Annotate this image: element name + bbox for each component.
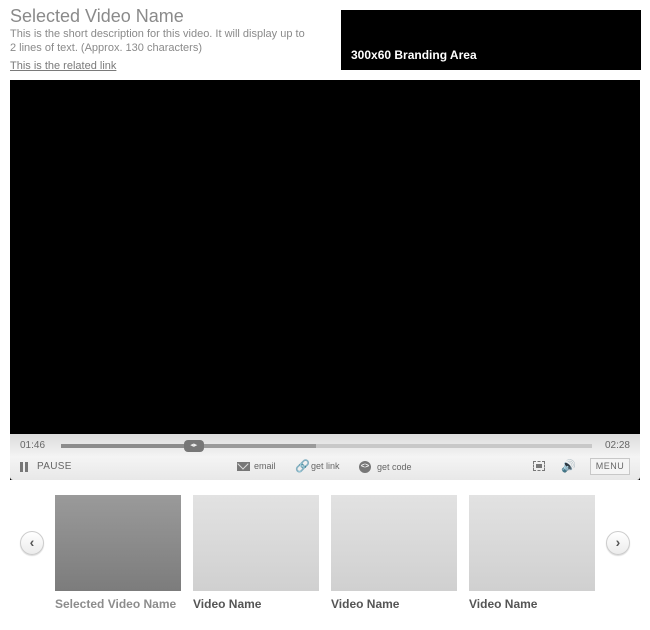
pause-button[interactable]: PAUSE xyxy=(20,461,72,472)
branding-label: 300x60 Branding Area xyxy=(351,48,477,62)
menu-button[interactable]: MENU xyxy=(590,458,630,475)
current-time: 01:46 xyxy=(20,440,46,451)
video-thumbnail[interactable] xyxy=(55,495,181,591)
get-code-button[interactable]: <> get code xyxy=(359,461,412,473)
video-title[interactable]: Selected Video Name xyxy=(55,597,181,611)
fullscreen-icon[interactable] xyxy=(533,461,545,471)
video-carousel: ‹ Selected Video Name Video Name Video N… xyxy=(0,495,650,625)
code-icon: <> xyxy=(359,461,371,473)
player-controls: 01:46 ◂▸ 02:28 PAUSE email 🔗 get link <>… xyxy=(10,434,640,480)
video-thumbnail[interactable] xyxy=(331,495,457,591)
video-info-header: Selected Video Name This is the short de… xyxy=(10,6,330,74)
scrubber-handle[interactable]: ◂▸ xyxy=(183,440,204,452)
carousel-next-button[interactable]: › xyxy=(606,531,630,555)
carousel-item[interactable]: Selected Video Name xyxy=(55,495,181,611)
played-bar xyxy=(61,444,194,448)
branding-area: 300x60 Branding Area xyxy=(341,10,641,70)
video-title[interactable]: Video Name xyxy=(193,597,319,611)
email-icon xyxy=(237,461,250,471)
video-screen[interactable] xyxy=(10,80,640,434)
email-button[interactable]: email xyxy=(237,461,276,471)
video-thumbnail[interactable] xyxy=(469,495,595,591)
pause-icon xyxy=(20,461,29,472)
carousel-item[interactable]: Video Name xyxy=(469,495,595,611)
video-title[interactable]: Video Name xyxy=(331,597,457,611)
pause-label: PAUSE xyxy=(37,461,72,472)
related-link[interactable]: This is the related link xyxy=(10,60,116,72)
video-title[interactable]: Video Name xyxy=(469,597,595,611)
link-icon: 🔗 xyxy=(295,459,310,473)
progress-track[interactable]: ◂▸ xyxy=(61,440,592,452)
video-player: 01:46 ◂▸ 02:28 PAUSE email 🔗 get link <>… xyxy=(10,80,640,480)
carousel-item[interactable]: Video Name xyxy=(193,495,319,611)
get-code-label: get code xyxy=(377,462,412,472)
volume-icon[interactable]: 🔊 xyxy=(561,460,576,472)
video-thumbnail[interactable] xyxy=(193,495,319,591)
get-link-button[interactable]: 🔗 get link xyxy=(295,459,340,473)
get-link-label: get link xyxy=(310,461,340,471)
total-time: 02:28 xyxy=(604,440,630,451)
email-label: email xyxy=(254,461,276,471)
video-description: This is the short description for this v… xyxy=(10,28,305,54)
carousel-item[interactable]: Video Name xyxy=(331,495,457,611)
selected-video-title: Selected Video Name xyxy=(10,6,184,26)
carousel-prev-button[interactable]: ‹ xyxy=(20,531,44,555)
